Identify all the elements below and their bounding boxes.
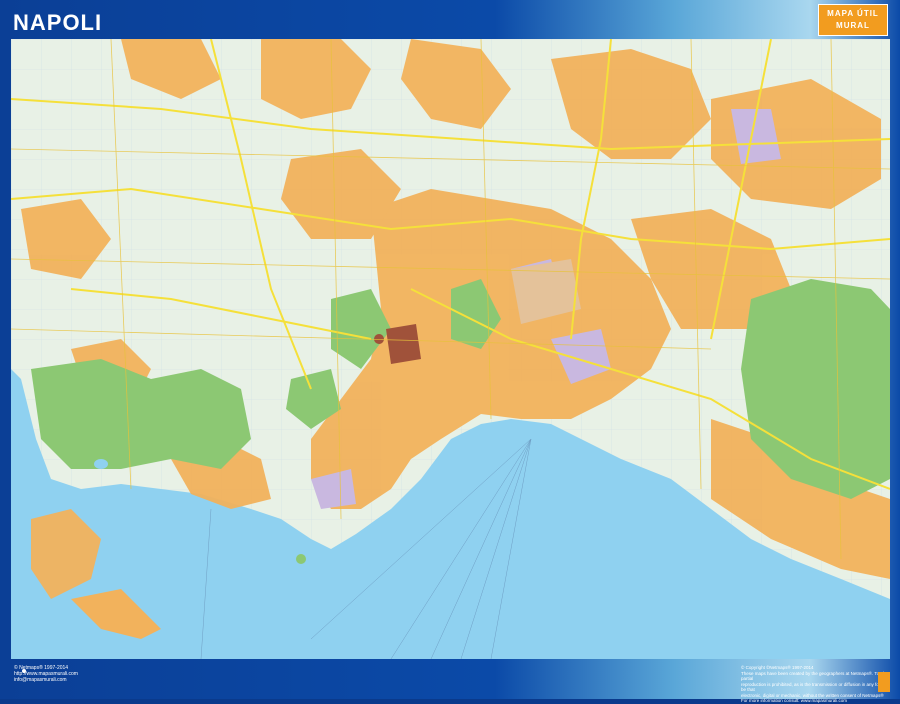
copyright-line: These maps have been created by the geog… [741, 670, 890, 682]
logo-icon [22, 669, 26, 673]
map-title: NAPOLI [13, 10, 103, 35]
brand-badge[interactable]: MAPA ÚTIL MURAL [818, 4, 888, 36]
footer: © Netmaps® 1997-2014 http://www.mapasmur… [0, 662, 900, 703]
brand-line-1: MAPA ÚTIL [827, 9, 879, 18]
footer-right: © Copyright ©Netmaps® 1997-2014 These ma… [741, 665, 891, 704]
footer-left: © Netmaps® 1997-2014 http://www.mapasmur… [14, 665, 78, 683]
map-canvas [11, 39, 890, 659]
copyright-line: reproduction is prohibited, as is the tr… [741, 681, 886, 693]
footer-left-line[interactable]: info@mapasmurali.com [14, 677, 78, 683]
lake [94, 459, 108, 469]
brand-line-2: MURAL [836, 21, 870, 30]
brand-stripe [878, 672, 890, 692]
city-map[interactable] [11, 39, 890, 659]
islet [296, 554, 306, 564]
